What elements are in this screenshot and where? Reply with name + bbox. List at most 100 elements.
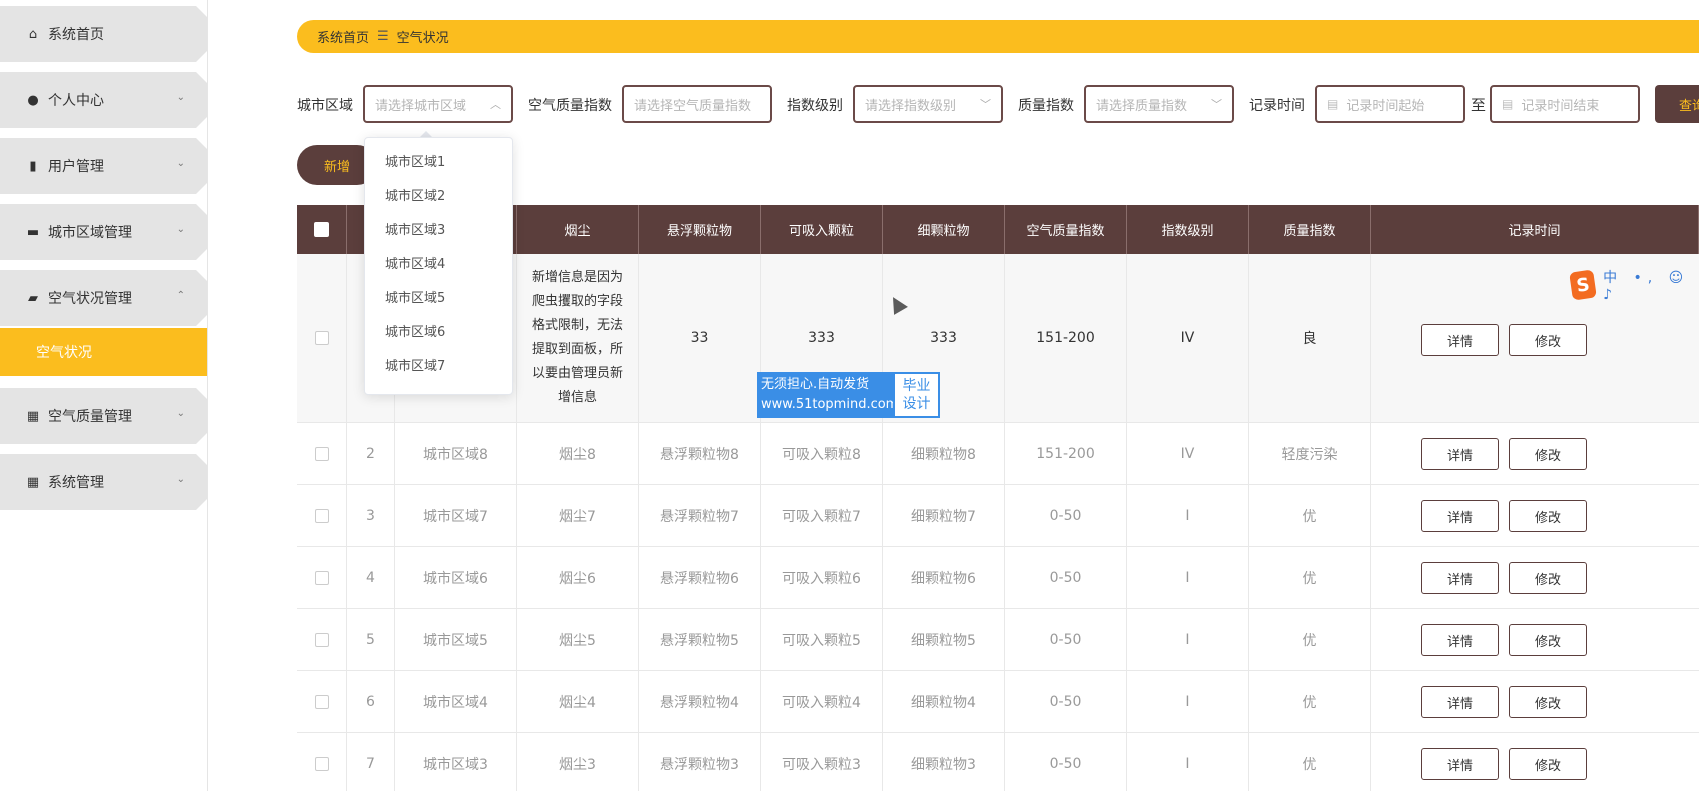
row-select-cell bbox=[297, 423, 347, 484]
table-cell: IV bbox=[1127, 423, 1249, 484]
detail-button[interactable]: 详情 bbox=[1421, 324, 1499, 356]
table-cell: 0-50 bbox=[1005, 485, 1127, 546]
sidebar-item[interactable]: ▮ 用户管理 ⌄ bbox=[0, 138, 207, 194]
table-cell: 可吸入颗粒7 bbox=[761, 485, 883, 546]
table-cell: 城市区域3 bbox=[395, 733, 517, 791]
level-filter-label: 指数级别 bbox=[787, 98, 843, 114]
detail-button[interactable]: 详情 bbox=[1421, 562, 1499, 594]
chevron-down-icon: ﹀ bbox=[1211, 98, 1222, 111]
city-select-placeholder: 请选择城市区域 bbox=[375, 98, 467, 114]
table-cell: 烟尘4 bbox=[517, 671, 639, 732]
table-cell: 轻度污染 bbox=[1249, 423, 1371, 484]
column-header: 质量指数 bbox=[1249, 205, 1371, 254]
time-end-input[interactable]: ▤ 记录时间结束 bbox=[1490, 85, 1640, 123]
sidebar-item-label: 空气质量管理 bbox=[48, 409, 132, 425]
row-checkbox[interactable] bbox=[314, 756, 329, 771]
table-cell: 细颗粒物5 bbox=[883, 609, 1005, 670]
add-button-label: 新增 bbox=[323, 159, 350, 175]
level-select-placeholder: 请选择指数级别 bbox=[865, 98, 957, 114]
table-row: 3 城市区域7 烟尘7 悬浮颗粒物7 可吸入颗粒7 细颗粒物7 0-50 I 优 详情 修改 bbox=[297, 485, 1699, 547]
table-cell: 可吸入颗粒8 bbox=[761, 423, 883, 484]
table-cell: 优 bbox=[1249, 485, 1371, 546]
row-checkbox[interactable] bbox=[314, 632, 329, 647]
dropdown-option[interactable]: 城市区域1 bbox=[385, 151, 445, 170]
row-select-cell bbox=[297, 254, 347, 422]
level-select[interactable]: 请选择指数级别 ﹀ bbox=[853, 85, 1003, 123]
table-cell: 可吸入颗粒5 bbox=[761, 609, 883, 670]
chat-icon: ▬ bbox=[26, 224, 40, 240]
row-checkbox[interactable] bbox=[314, 570, 329, 585]
row-checkbox[interactable] bbox=[314, 446, 329, 461]
column-header: 烟尘 bbox=[517, 205, 639, 254]
column-header: 指数级别 bbox=[1127, 205, 1249, 254]
watermark-right1: 毕业 bbox=[902, 378, 931, 394]
calendar-icon: ▤ bbox=[1502, 97, 1514, 111]
detail-button[interactable]: 详情 bbox=[1421, 748, 1499, 780]
search-button[interactable]: 查询 bbox=[1655, 85, 1699, 123]
chevron-up-icon: ︿ bbox=[490, 98, 501, 111]
detail-button[interactable]: 详情 bbox=[1421, 624, 1499, 656]
breadcrumb-home[interactable]: 系统首页 bbox=[317, 27, 369, 46]
sidebar: ⌂ 系统首页 ● 个人中心 ⌄ ▮ 用户管理 ⌄ ▬ 城市区域管理 ⌄ ▰ 空气状况管理 ⌃ ▦ 空气质量管理… bbox=[0, 0, 208, 791]
dropdown-option[interactable]: 城市区域3 bbox=[385, 219, 445, 238]
edit-button[interactable]: 修改 bbox=[1509, 562, 1587, 594]
row-checkbox[interactable] bbox=[314, 508, 329, 523]
table-row: 4 城市区域6 烟尘6 悬浮颗粒物6 可吸入颗粒6 细颗粒物6 0-50 I 优 详情 修改 bbox=[297, 547, 1699, 609]
dropdown-option[interactable]: 城市区域2 bbox=[385, 185, 445, 204]
detail-button[interactable]: 详情 bbox=[1421, 686, 1499, 718]
time-start-placeholder: 记录时间起始 bbox=[1346, 98, 1425, 114]
table-cell: I bbox=[1127, 485, 1249, 546]
grid-icon: ▦ bbox=[26, 474, 40, 490]
time-start-input[interactable]: ▤ 记录时间起始 bbox=[1315, 85, 1465, 123]
sidebar-item[interactable]: ⌂ 系统首页 bbox=[0, 6, 207, 62]
aqi-input[interactable]: 请选择空气质量指数 bbox=[622, 85, 772, 123]
watermark: 无须担心.自动发货 www.51topmind.com 毕业 设计 bbox=[757, 372, 940, 418]
edit-button[interactable]: 修改 bbox=[1509, 686, 1587, 718]
table-cell: 细颗粒物6 bbox=[883, 547, 1005, 608]
edit-button[interactable]: 修改 bbox=[1509, 438, 1587, 470]
table-cell: 烟尘7 bbox=[517, 485, 639, 546]
detail-button[interactable]: 详情 bbox=[1421, 438, 1499, 470]
ime-logo-icon[interactable]: S bbox=[1569, 269, 1597, 301]
dropdown-option[interactable]: 城市区域5 bbox=[385, 287, 445, 306]
dropdown-option[interactable]: 城市区域7 bbox=[385, 355, 445, 374]
row-checkbox[interactable] bbox=[314, 694, 329, 709]
ime-controls[interactable]: 中 •, ☺ ♪ bbox=[1603, 267, 1699, 303]
sidebar-item[interactable]: ▦ 空气质量管理 ⌄ bbox=[0, 388, 207, 444]
watermark-line2: www.51topmind.com bbox=[761, 397, 899, 412]
sidebar-item-label: 系统首页 bbox=[48, 27, 104, 43]
sidebar-item[interactable]: ▦ 系统管理 ⌄ bbox=[0, 454, 207, 510]
watermark-line1: 无须担心.自动发货 bbox=[761, 377, 870, 392]
table-cell: 0-50 bbox=[1005, 547, 1127, 608]
edit-button[interactable]: 修改 bbox=[1509, 748, 1587, 780]
edit-button[interactable]: 修改 bbox=[1509, 624, 1587, 656]
table-row: 6 城市区域4 烟尘4 悬浮颗粒物4 可吸入颗粒4 细颗粒物4 0-50 I 优 详情 修改 bbox=[297, 671, 1699, 733]
sidebar-item[interactable]: ▰ 空气状况管理 ⌃ bbox=[0, 270, 207, 326]
ime-toolbar[interactable]: S 中 •, ☺ ♪ bbox=[1569, 267, 1699, 303]
edit-button[interactable]: 修改 bbox=[1509, 500, 1587, 532]
table-cell: 7 bbox=[347, 733, 395, 791]
row-checkbox[interactable] bbox=[314, 331, 329, 345]
sidebar-subitem-active[interactable]: 空气状况 bbox=[0, 328, 207, 376]
table-row: 7 城市区域3 烟尘3 悬浮颗粒物3 可吸入颗粒3 细颗粒物3 0-50 I 优 详情 修改 bbox=[297, 733, 1699, 791]
sidebar-item[interactable]: ▬ 城市区域管理 ⌄ bbox=[0, 204, 207, 260]
table-cell: IV bbox=[1127, 254, 1249, 422]
dropdown-option[interactable]: 城市区域4 bbox=[385, 253, 445, 272]
watermark-right: 毕业 设计 bbox=[893, 372, 940, 418]
table-cell: 优 bbox=[1249, 609, 1371, 670]
city-select[interactable]: 请选择城市区域 ︿ bbox=[363, 85, 513, 123]
table-cell: I bbox=[1127, 609, 1249, 670]
column-header: 可吸入颗粒 bbox=[761, 205, 883, 254]
dropdown-option[interactable]: 城市区域6 bbox=[385, 321, 445, 340]
detail-button[interactable]: 详情 bbox=[1421, 500, 1499, 532]
aqi-input-placeholder: 请选择空气质量指数 bbox=[634, 98, 752, 114]
chevron-down-icon: ⌄ bbox=[176, 92, 185, 103]
select-all-checkbox[interactable] bbox=[314, 222, 329, 237]
edit-button[interactable]: 修改 bbox=[1509, 324, 1587, 356]
table-cell: 优 bbox=[1249, 547, 1371, 608]
quality-select[interactable]: 请选择质量指数 ﹀ bbox=[1084, 85, 1234, 123]
column-header: 悬浮颗粒物 bbox=[639, 205, 761, 254]
sidebar-item[interactable]: ● 个人中心 ⌄ bbox=[0, 72, 207, 128]
table-cell: I bbox=[1127, 671, 1249, 732]
table-row: 2 城市区域8 烟尘8 悬浮颗粒物8 可吸入颗粒8 细颗粒物8 151-200 IV 轻度污染 详… bbox=[297, 423, 1699, 485]
